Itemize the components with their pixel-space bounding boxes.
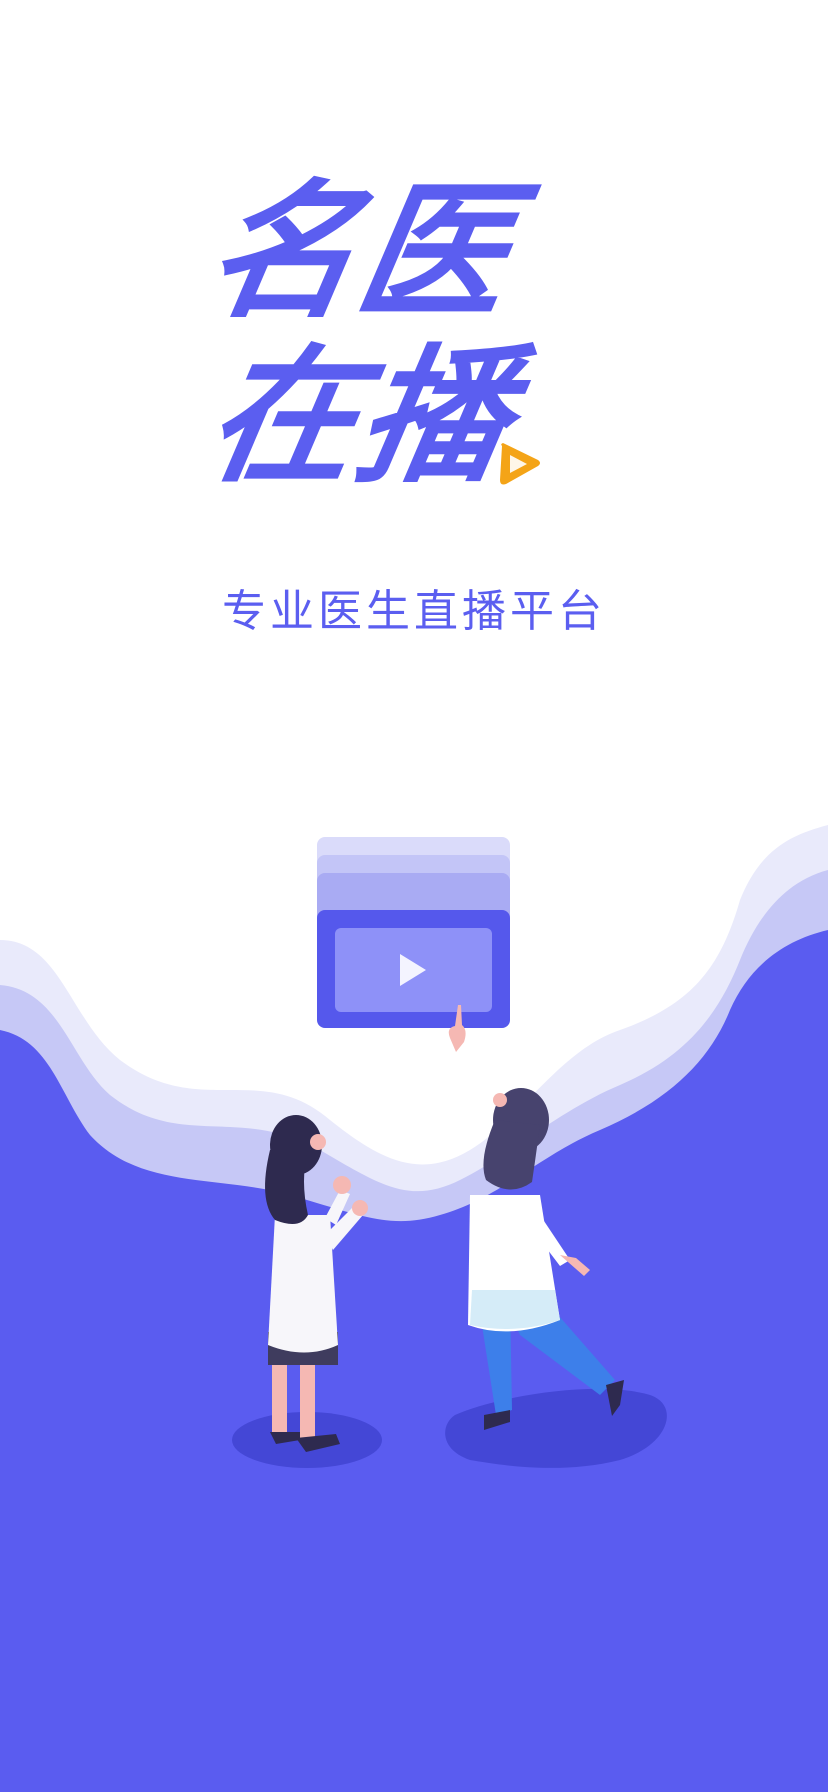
- play-icon: [500, 443, 540, 485]
- logo-text-line-2: 在播: [194, 331, 526, 503]
- doctors-illustration: [0, 825, 828, 1792]
- logo-text-line-1: 名医: [194, 166, 526, 338]
- video-card-stack: [317, 837, 510, 1028]
- app-logo: 名医 在播: [195, 166, 630, 510]
- splash-screen: 名医 在播 专业医生直播平台: [0, 0, 828, 1792]
- wave-front: [0, 930, 828, 1792]
- app-tagline: 专业医生直播平台: [222, 586, 606, 637]
